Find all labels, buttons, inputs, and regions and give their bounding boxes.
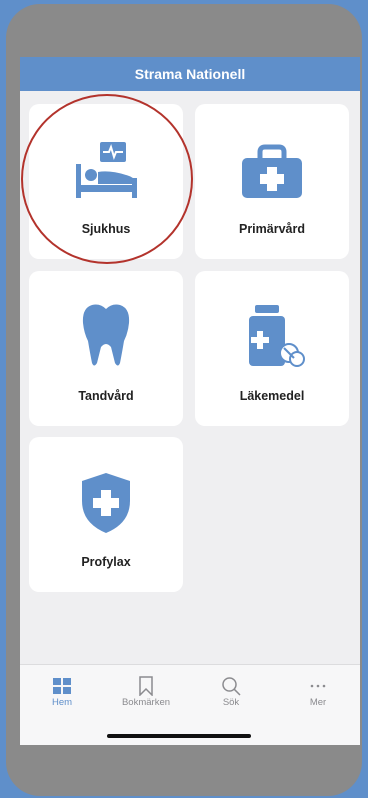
search-icon: [221, 675, 241, 697]
home-indicator: [107, 734, 251, 738]
card-lakemedel[interactable]: Läkemedel: [195, 271, 349, 426]
card-label: Profylax: [81, 555, 131, 569]
bookmark-icon: [138, 675, 154, 697]
tab-label: Sök: [222, 697, 240, 708]
card-sjukhus[interactable]: Sjukhus: [29, 104, 183, 259]
more-icon: [309, 675, 327, 697]
medical-kit-icon: [238, 140, 306, 202]
hospital-bed-icon: [70, 140, 142, 202]
grid-icon: [52, 675, 72, 697]
tab-mer[interactable]: Mer: [283, 675, 353, 708]
tab-label: Hem: [51, 697, 73, 708]
tab-hem[interactable]: Hem: [27, 675, 97, 708]
tab-bokmarken[interactable]: Bokmärken: [111, 675, 181, 708]
tab-label: Bokmärken: [121, 697, 171, 708]
shield-plus-icon: [79, 473, 133, 535]
tooth-icon: [78, 304, 134, 369]
card-label: Primärvård: [238, 222, 305, 236]
app-screen: Strama Nationell Sjukhus Primärvård Tand…: [20, 57, 360, 745]
medicine-bottle-icon: [237, 305, 307, 369]
page-title: Strama Nationell: [134, 66, 246, 82]
tab-bar: Hem Bokmärken Sök Mer: [20, 664, 360, 745]
tab-sok[interactable]: Sök: [196, 675, 266, 708]
card-tandvard[interactable]: Tandvård: [29, 271, 183, 426]
tab-label: Mer: [309, 697, 327, 708]
app-header: Strama Nationell: [20, 57, 360, 91]
card-label: Sjukhus: [81, 222, 131, 236]
card-primarvard[interactable]: Primärvård: [195, 104, 349, 259]
card-profylax[interactable]: Profylax: [29, 437, 183, 592]
card-label: Läkemedel: [239, 389, 305, 403]
card-label: Tandvård: [78, 389, 134, 403]
